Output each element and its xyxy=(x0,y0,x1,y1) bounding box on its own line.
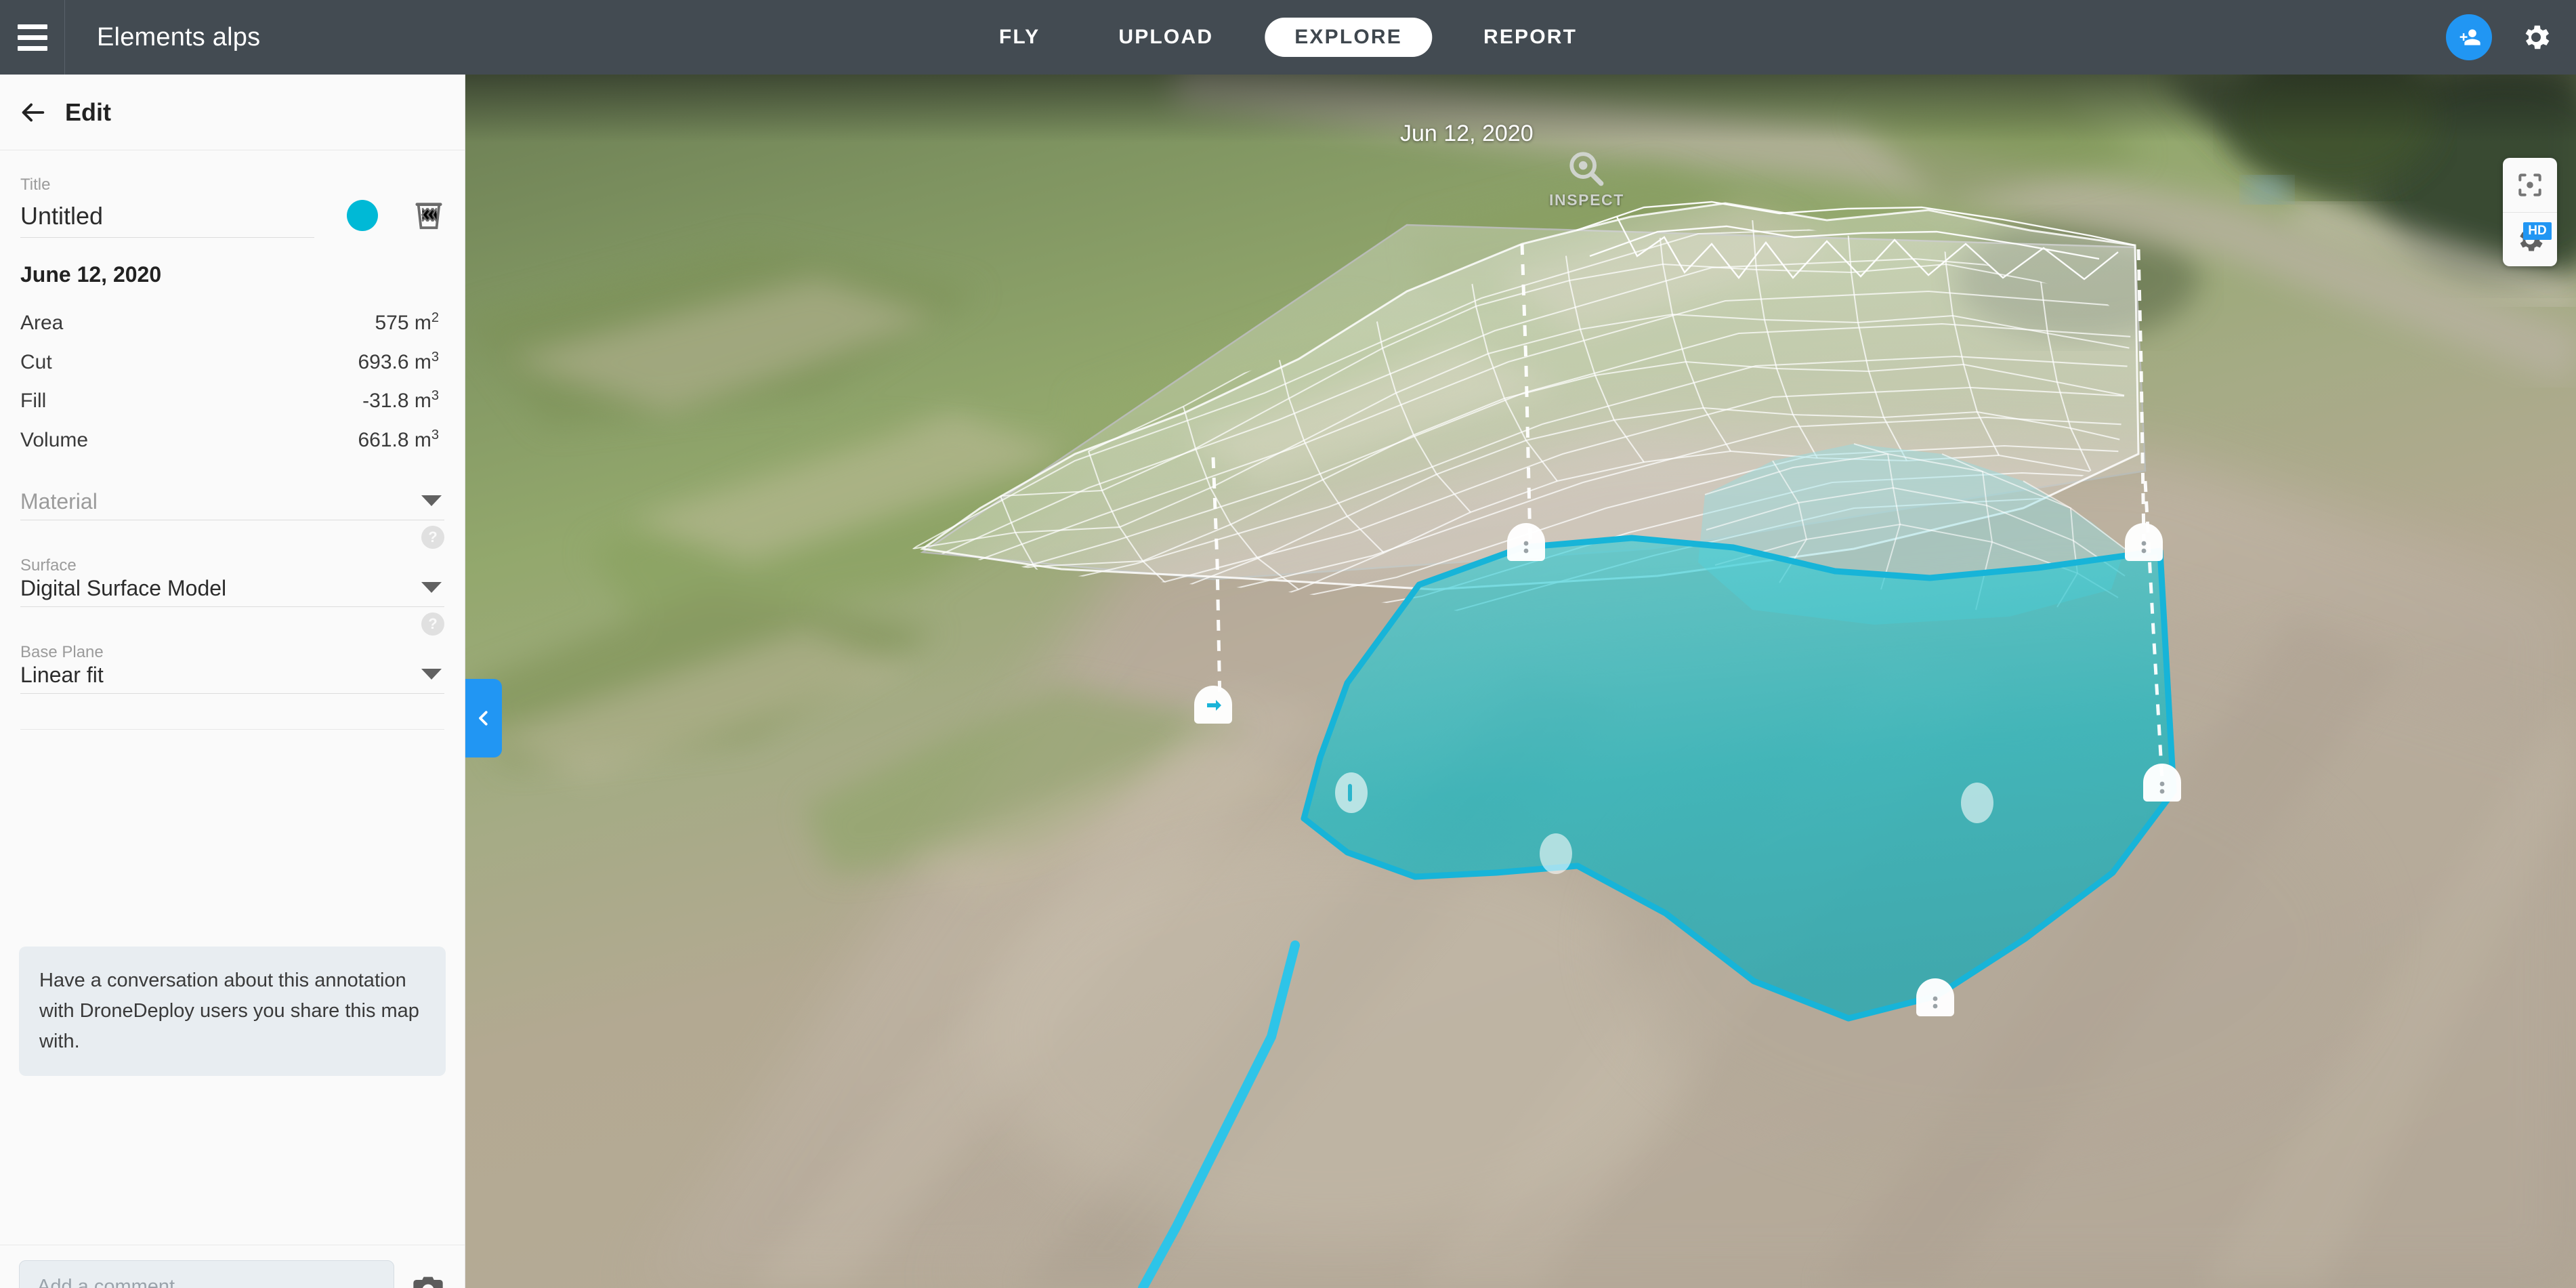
inspect-tool-label: INSPECT xyxy=(1549,191,1624,209)
base-plane-label: Base Plane xyxy=(20,643,104,661)
layer-settings-button[interactable]: HD xyxy=(2503,212,2557,266)
app-root: Jun 12, 2020 INSPECT HD Elements alps FL… xyxy=(0,0,2576,1288)
base-plane-select-text: Base Plane Linear fit xyxy=(20,642,104,688)
attach-photo-button[interactable] xyxy=(410,1274,446,1288)
annotation-settings: Material ? Surface Digital Surface Model xyxy=(0,459,465,730)
surface-help-icon[interactable]: ? xyxy=(421,526,444,549)
surface-label: Surface xyxy=(20,556,77,575)
aerial-imagery xyxy=(465,75,2576,1288)
chevron-down-icon xyxy=(421,495,442,506)
comment-input[interactable]: Add a comment xyxy=(19,1260,394,1288)
app-title: Elements alps xyxy=(97,22,261,51)
surface-value: Digital Surface Model xyxy=(20,576,227,600)
base-plane-value: Linear fit xyxy=(20,663,104,687)
chevron-down-icon xyxy=(421,582,442,593)
metric-value: 693.6 m3 xyxy=(358,349,439,373)
material-placeholder: Material xyxy=(20,489,98,514)
title-row: Title Untitled xyxy=(0,150,465,238)
gear-icon xyxy=(2525,25,2550,49)
metric-value: 575 m2 xyxy=(375,310,439,334)
base-plane-help-icon[interactable]: ? xyxy=(421,612,444,636)
measurement-date: June 12, 2020 xyxy=(20,262,162,287)
conversation-hint: Have a conversation about this annotatio… xyxy=(19,947,446,1076)
sidebar-body: Title Untitled June 12, 2020 Area 575 m2… xyxy=(0,150,465,1245)
camera-icon xyxy=(413,1276,443,1288)
metric-row-cut: Cut 693.6 m3 xyxy=(20,343,444,382)
panel-title: Edit xyxy=(65,98,111,126)
delete-button[interactable] xyxy=(413,198,444,235)
material-select-group: Material xyxy=(20,489,444,520)
edit-sidebar: Edit Title Untitled June 12, 2020 Area 5… xyxy=(0,75,465,1288)
trash-icon xyxy=(415,203,442,230)
base-plane-select[interactable]: Base Plane Linear fit xyxy=(20,642,444,694)
main-nav: FLY UPLOAD EXPLORE REPORT xyxy=(960,0,1616,75)
header-actions xyxy=(2446,0,2554,75)
inspect-tool-button[interactable]: INSPECT xyxy=(1549,149,1624,209)
metric-value: -31.8 m3 xyxy=(362,388,439,412)
hamburger-menu-icon[interactable] xyxy=(0,0,64,75)
nav-tab-explore[interactable]: EXPLORE xyxy=(1265,18,1432,57)
back-button[interactable] xyxy=(0,97,65,128)
top-header-bar: Elements alps FLY UPLOAD EXPLORE REPORT xyxy=(0,0,2576,75)
nav-tab-report[interactable]: REPORT xyxy=(1444,0,1616,75)
surface-select-group: ? Surface Digital Surface Model xyxy=(20,526,444,607)
metric-label: Cut xyxy=(20,350,52,373)
center-focus-button[interactable] xyxy=(2503,158,2557,212)
comment-composer: Add a comment xyxy=(0,1245,465,1288)
metric-row-area: Area 575 m2 xyxy=(20,304,444,343)
map-date-label: Jun 12, 2020 xyxy=(1400,121,1534,146)
back-arrow-icon xyxy=(22,103,45,121)
magnifier-eye-icon xyxy=(1569,152,1604,186)
nav-tab-upload[interactable]: UPLOAD xyxy=(1079,0,1252,75)
sidebar-collapse-button[interactable] xyxy=(465,679,502,757)
metric-row-volume: Volume 661.8 m3 xyxy=(20,421,444,460)
title-label: Title xyxy=(20,175,51,194)
settings-button[interactable] xyxy=(2518,19,2554,56)
base-plane-select-group: ? Base Plane Linear fit xyxy=(20,612,444,694)
title-input[interactable]: Untitled xyxy=(20,195,314,238)
sidebar-header: Edit xyxy=(0,75,465,150)
surface-select[interactable]: Surface Digital Surface Model xyxy=(20,556,444,607)
material-select[interactable]: Material xyxy=(20,489,444,520)
section-divider xyxy=(20,729,444,730)
metric-label: Area xyxy=(20,312,64,334)
material-select-text: Material xyxy=(20,489,98,514)
map-tools-panel: HD xyxy=(2503,158,2557,266)
center-focus-icon xyxy=(2518,173,2541,196)
measurement-metrics: Area 575 m2 Cut 693.6 m3 Fill -31.8 m3 V… xyxy=(0,287,465,459)
metric-row-fill: Fill -31.8 m3 xyxy=(20,381,444,421)
chevron-left-icon xyxy=(479,711,488,726)
nav-tab-fly[interactable]: FLY xyxy=(960,0,1080,75)
map-viewport[interactable]: Jun 12, 2020 INSPECT HD xyxy=(465,75,2576,1288)
metric-value: 661.8 m3 xyxy=(358,427,439,451)
chevron-down-icon xyxy=(421,669,442,680)
metric-label: Fill xyxy=(20,390,47,412)
hd-badge: HD xyxy=(2523,222,2552,240)
metric-label: Volume xyxy=(20,428,89,451)
title-input-wrap: Title Untitled xyxy=(20,175,314,238)
color-swatch-button[interactable] xyxy=(347,200,378,231)
add-people-button[interactable] xyxy=(2446,14,2492,60)
surface-select-text: Surface Digital Surface Model xyxy=(20,556,226,601)
add-people-icon xyxy=(2459,29,2480,45)
